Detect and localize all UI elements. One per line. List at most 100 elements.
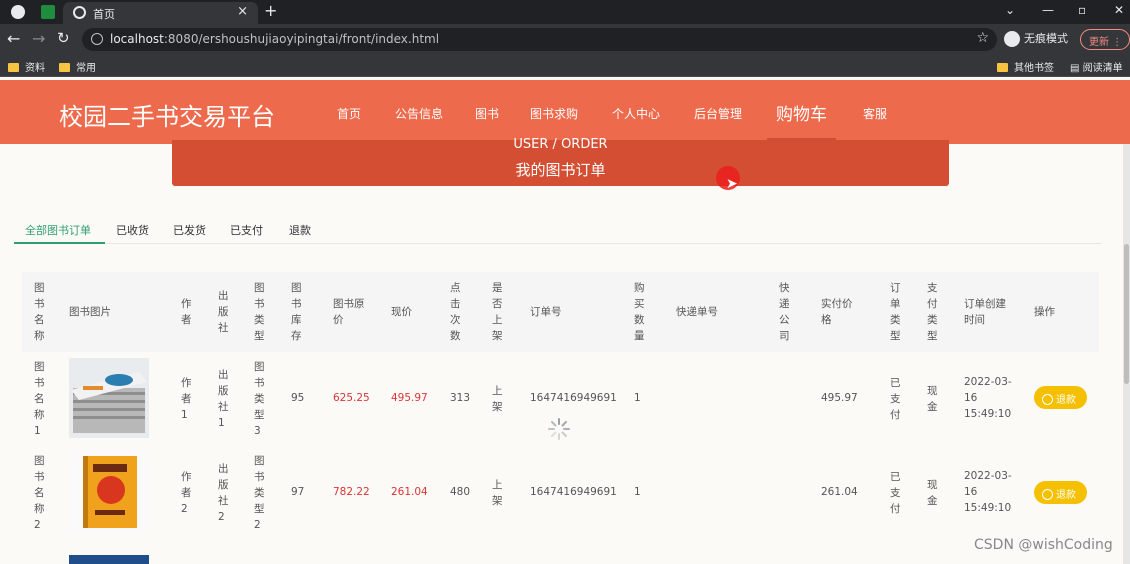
cell-current-price: 495.97 bbox=[391, 392, 428, 404]
nav-books[interactable]: 图书 bbox=[475, 105, 499, 122]
restore-icon[interactable]: ▫ bbox=[1078, 3, 1086, 17]
loading-spinner-icon bbox=[548, 418, 570, 440]
browser-tab-active[interactable]: 首页 × bbox=[63, 2, 258, 24]
book-image[interactable] bbox=[69, 452, 149, 532]
sheets-tab-icon[interactable] bbox=[41, 5, 55, 19]
reading-list-icon: ▤ bbox=[1070, 63, 1083, 74]
col-book-type: 图书类型 bbox=[254, 282, 265, 342]
cell-original-price: 625.25 bbox=[333, 392, 370, 404]
col-stock: 图书库存 bbox=[291, 282, 302, 342]
bookmark-label: 资料 bbox=[25, 63, 45, 74]
tab-shipped[interactable]: 已发货 bbox=[173, 222, 206, 238]
bookmark-folder[interactable]: 资料 bbox=[8, 59, 45, 74]
banner-subtitle: USER / ORDER bbox=[513, 137, 608, 152]
col-order-type: 订单类型 bbox=[890, 282, 901, 342]
cell-book-type: 图书类型3 bbox=[254, 361, 265, 437]
cell-stock: 95 bbox=[291, 392, 305, 404]
cell-pay-type: 现金 bbox=[927, 385, 938, 413]
incognito-label: 无痕模式 bbox=[1024, 32, 1068, 45]
site-logo[interactable]: 校园二手书交易平台 bbox=[59, 97, 275, 132]
banner-title: 我的图书订单 bbox=[515, 161, 606, 179]
tab-paid[interactable]: 已支付 bbox=[230, 222, 263, 238]
cell-on-shelf: 上架 bbox=[492, 479, 503, 507]
refund-button[interactable]: 退款 bbox=[1034, 386, 1087, 409]
col-original-price: 图书原价 bbox=[333, 298, 365, 326]
tab-all-orders[interactable]: 全部图书订单 bbox=[25, 222, 91, 238]
close-window-icon[interactable]: ✕ bbox=[1114, 3, 1124, 17]
reload-icon[interactable]: ↻ bbox=[57, 29, 70, 47]
mouse-pointer-icon: ➤ bbox=[726, 176, 738, 192]
refund-icon bbox=[1042, 489, 1053, 500]
forward-icon[interactable]: → bbox=[32, 29, 45, 48]
cell-original-price: 782.22 bbox=[333, 486, 370, 498]
nav-cart[interactable]: 购物车 bbox=[776, 100, 827, 125]
folder-icon bbox=[59, 63, 70, 72]
bookmark-label: 阅读清单 bbox=[1082, 63, 1123, 74]
col-publisher: 出版社 bbox=[218, 290, 229, 334]
bookmark-folder[interactable]: 常用 bbox=[59, 59, 96, 74]
book-image[interactable] bbox=[69, 358, 149, 438]
col-paid-price: 实付价格 bbox=[821, 298, 853, 326]
cell-order-type: 已支付 bbox=[890, 471, 901, 515]
tab-refund[interactable]: 退款 bbox=[289, 222, 311, 238]
col-order-no: 订单号 bbox=[530, 306, 562, 318]
refund-icon bbox=[1042, 394, 1053, 405]
refund-label: 退款 bbox=[1056, 490, 1076, 501]
col-author: 作者 bbox=[181, 298, 192, 326]
incognito-icon bbox=[1004, 31, 1020, 47]
col-on-shelf: 是否上架 bbox=[492, 282, 503, 342]
bookmark-label: 其他书签 bbox=[1014, 63, 1054, 74]
cell-book-name: 图书名称1 bbox=[34, 361, 45, 437]
page-scrollbar[interactable] bbox=[1123, 144, 1130, 564]
back-icon[interactable]: ← bbox=[7, 29, 20, 48]
cell-book-name: 图书名称2 bbox=[34, 455, 45, 531]
refund-button[interactable]: 退款 bbox=[1034, 481, 1087, 504]
close-icon[interactable]: × bbox=[237, 4, 248, 19]
globe-icon[interactable] bbox=[11, 5, 25, 19]
refund-label: 退款 bbox=[1056, 395, 1076, 406]
minimize-icon[interactable]: — bbox=[1042, 3, 1054, 17]
other-bookmarks[interactable]: 其他书签 bbox=[997, 59, 1054, 74]
nav-admin[interactable]: 后台管理 bbox=[694, 105, 742, 122]
tab-received[interactable]: 已收货 bbox=[116, 222, 149, 238]
new-tab-icon[interactable]: + bbox=[264, 1, 277, 20]
cell-publisher: 出版社1 bbox=[218, 369, 229, 429]
cell-clicks: 480 bbox=[450, 486, 471, 498]
col-current-price: 现价 bbox=[391, 306, 412, 318]
star-icon[interactable]: ☆ bbox=[976, 30, 989, 46]
nav-home[interactable]: 首页 bbox=[337, 105, 361, 122]
url-path: :8080/ershoushujiaoyipingtai/front/index… bbox=[163, 32, 440, 46]
bookmark-label: 常用 bbox=[76, 63, 96, 74]
nav-service[interactable]: 客服 bbox=[863, 105, 887, 122]
cell-paid-price: 261.04 bbox=[821, 486, 858, 498]
chevron-down-icon[interactable]: ⌄ bbox=[1005, 3, 1015, 17]
cell-pay-type: 现金 bbox=[927, 479, 938, 507]
url-field[interactable]: localhost:8080/ershoushujiaoyipingtai/fr… bbox=[82, 28, 997, 51]
cell-created-time: 2022-03-16 15:49:10 bbox=[964, 376, 1012, 420]
col-action: 操作 bbox=[1034, 306, 1055, 318]
col-express-company: 快递公司 bbox=[779, 282, 790, 342]
cell-author: 作者1 bbox=[181, 377, 192, 421]
col-clicks: 点击次数 bbox=[450, 282, 461, 342]
nav-profile[interactable]: 个人中心 bbox=[612, 105, 660, 122]
update-button[interactable]: 更新 ⋮ bbox=[1080, 29, 1130, 50]
cell-order-no: 1647416949691 bbox=[530, 486, 617, 498]
cell-paid-price: 495.97 bbox=[821, 392, 858, 404]
nav-book-requests[interactable]: 图书求购 bbox=[530, 105, 578, 122]
cell-quantity: 1 bbox=[634, 486, 641, 498]
scrollbar-thumb[interactable] bbox=[1124, 244, 1129, 384]
incognito-indicator[interactable]: 无痕模式 bbox=[1004, 30, 1068, 47]
order-banner: USER / ORDER 我的图书订单 bbox=[172, 137, 949, 186]
cell-order-no: 1647416949691 bbox=[530, 392, 617, 404]
update-label: 更新 bbox=[1089, 37, 1109, 48]
nav-notices[interactable]: 公告信息 bbox=[395, 105, 443, 122]
cell-on-shelf: 上架 bbox=[492, 385, 503, 413]
address-bar-row: ← → ↻ localhost:8080/ershoushujiaoyiping… bbox=[0, 24, 1130, 55]
cell-quantity: 1 bbox=[634, 392, 641, 404]
reading-list[interactable]: ▤ 阅读清单 bbox=[1070, 59, 1123, 74]
col-pay-type: 支付类型 bbox=[927, 282, 938, 342]
col-quantity: 购买数量 bbox=[634, 282, 645, 342]
cell-current-price: 261.04 bbox=[391, 486, 428, 498]
info-icon[interactable] bbox=[91, 33, 103, 45]
globe-icon bbox=[73, 6, 86, 19]
